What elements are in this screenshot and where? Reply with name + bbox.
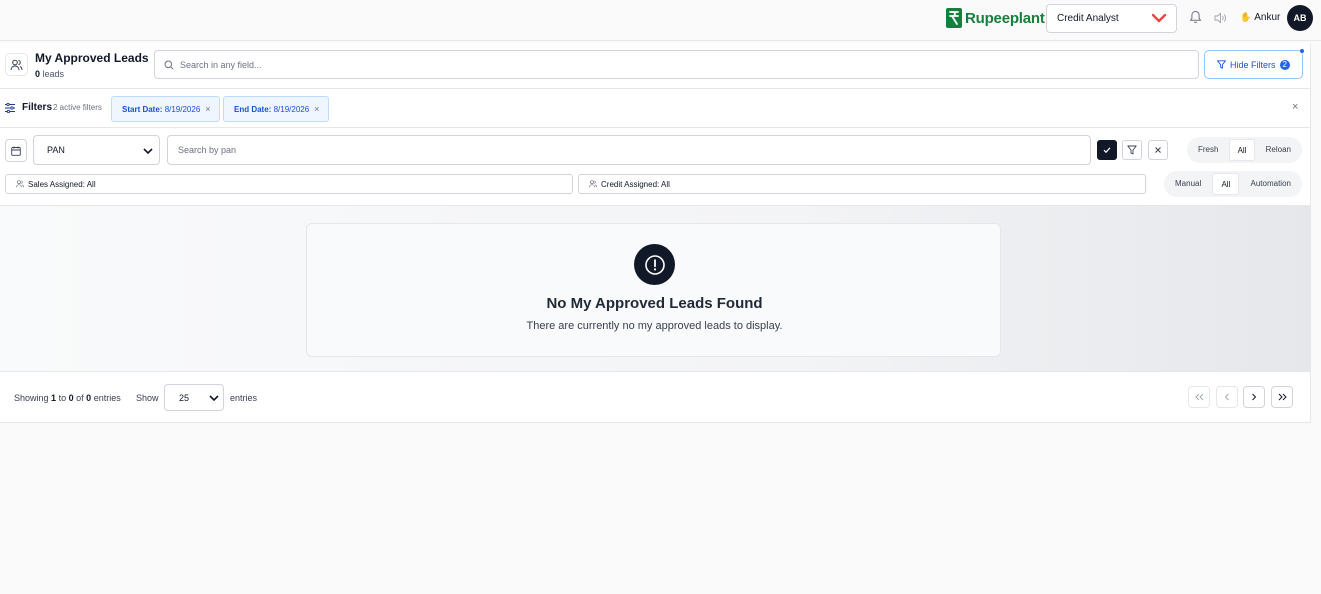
credit-assigned-label: Credit Assigned: All xyxy=(601,179,670,189)
global-search xyxy=(154,50,1199,79)
pan-search xyxy=(167,135,1091,165)
chevrons-right-icon xyxy=(1278,393,1287,401)
sliders-icon xyxy=(5,103,15,113)
role-select[interactable]: Credit Analyst xyxy=(1046,4,1177,33)
show-label: Show xyxy=(136,393,159,403)
user-name: Ankur xyxy=(1254,12,1281,23)
speaker-icon[interactable] xyxy=(1214,12,1227,24)
calendar-button[interactable] xyxy=(5,139,27,162)
check-icon xyxy=(1103,147,1111,154)
clear-search-button[interactable] xyxy=(1148,140,1168,160)
page-size-value: 25 xyxy=(179,392,190,403)
entries-label: entries xyxy=(230,393,258,403)
sales-assigned-label: Sales Assigned: All xyxy=(28,179,96,189)
lead-count-suffix: leads xyxy=(42,69,65,79)
page-header: My Approved Leads 0 leads Hide Filters 2 xyxy=(0,43,1311,89)
search-icon xyxy=(164,60,174,70)
leads-panel: My Approved Leads 0 leads Hide Filters 2 xyxy=(0,43,1311,423)
chip-text: End Date: 8/19/2026 xyxy=(234,104,310,114)
chevron-left-icon xyxy=(1224,393,1229,401)
apply-filter-button[interactable] xyxy=(1097,140,1117,160)
chip-text: Start Date: 8/19/2026 xyxy=(122,104,201,114)
results-area: No My Approved Leads Found There are cur… xyxy=(0,205,1311,372)
page-title: My Approved Leads xyxy=(35,51,149,65)
mode-manual[interactable]: Manual xyxy=(1167,173,1209,195)
users-icon xyxy=(16,180,24,188)
empty-state-message: There are currently no my approved leads… xyxy=(526,320,783,332)
alert-circle-icon xyxy=(634,244,675,285)
empty-state-card: No My Approved Leads Found There are cur… xyxy=(306,223,1001,357)
hide-filters-label: Hide Filters xyxy=(1230,59,1276,70)
mode-automation[interactable]: Automation xyxy=(1243,173,1299,195)
close-icon xyxy=(1155,147,1161,153)
filter-chip-start-date[interactable]: Start Date: 8/19/2026 × xyxy=(111,96,220,122)
filter-chip-end-date[interactable]: End Date: 8/19/2026 × xyxy=(223,96,329,122)
role-select-value: Credit Analyst xyxy=(1057,13,1119,24)
first-page-button[interactable] xyxy=(1188,386,1210,408)
chevron-down-icon xyxy=(143,148,153,155)
lead-type-reloan[interactable]: Reloan xyxy=(1258,139,1299,161)
chevron-down-icon xyxy=(209,395,219,402)
filter-icon xyxy=(1217,60,1226,69)
top-bar: Rupeeplant Credit Analyst ✋ Ankur AB xyxy=(0,0,1321,41)
lead-type-all[interactable]: All xyxy=(1228,139,1256,161)
calendar-icon xyxy=(11,146,21,156)
filter-button[interactable] xyxy=(1122,140,1142,160)
users-icon xyxy=(5,53,28,76)
active-filter-badge: 2 xyxy=(1279,59,1290,70)
notification-dot xyxy=(1300,49,1304,53)
lead-count: 0 leads xyxy=(35,69,64,79)
entries-summary: Showing 1 to 0 of 0 entries xyxy=(14,393,121,403)
lead-type-fresh[interactable]: Fresh xyxy=(1190,139,1226,161)
active-filters-count: 2 active filters xyxy=(53,103,102,112)
users-icon xyxy=(589,180,597,188)
filters-label: Filters xyxy=(22,102,53,113)
lead-type-toggle: Fresh All Reloan xyxy=(1187,137,1302,163)
avatar[interactable]: AB xyxy=(1287,5,1313,31)
last-page-button[interactable] xyxy=(1271,386,1293,408)
chip-remove-icon[interactable]: × xyxy=(314,104,319,114)
empty-state-title: No My Approved Leads Found xyxy=(546,295,763,312)
chevron-right-icon xyxy=(1252,393,1257,401)
rupee-logo-icon xyxy=(946,8,962,28)
mode-all[interactable]: All xyxy=(1212,173,1240,195)
search-field-select[interactable]: PAN xyxy=(33,135,160,165)
brand-name: Rupeeplant xyxy=(965,9,1045,27)
bell-icon[interactable] xyxy=(1189,10,1202,24)
pan-search-input[interactable] xyxy=(178,145,1078,155)
mode-toggle: Manual All Automation xyxy=(1164,171,1302,197)
chevrons-left-icon xyxy=(1194,393,1203,401)
next-page-button[interactable] xyxy=(1243,386,1265,408)
hide-filters-button[interactable]: Hide Filters 2 xyxy=(1204,50,1303,79)
user-greeting[interactable]: ✋ Ankur xyxy=(1240,12,1280,23)
page-size-select[interactable]: 25 xyxy=(164,384,224,411)
sales-assigned-select[interactable]: Sales Assigned: All xyxy=(5,174,573,194)
active-filters-bar: Filters 2 active filters Start Date: 8/1… xyxy=(0,89,1311,128)
search-field-value: PAN xyxy=(47,145,65,155)
clear-filters-icon[interactable]: × xyxy=(1292,101,1298,113)
lead-count-value: 0 xyxy=(35,69,41,79)
pagination-footer: Showing 1 to 0 of 0 entries Show 25 entr… xyxy=(0,372,1311,423)
brand-logo[interactable]: Rupeeplant xyxy=(946,8,1045,28)
credit-assigned-select[interactable]: Credit Assigned: All xyxy=(578,174,1146,194)
wave-hand-icon: ✋ xyxy=(1240,12,1252,22)
chip-remove-icon[interactable]: × xyxy=(205,104,210,114)
prev-page-button[interactable] xyxy=(1216,386,1238,408)
global-search-input[interactable] xyxy=(180,59,1180,70)
funnel-icon xyxy=(1127,145,1137,155)
chevron-down-icon xyxy=(1152,13,1166,23)
field-search-row: PAN Fresh All Reloan xyxy=(0,135,1311,165)
